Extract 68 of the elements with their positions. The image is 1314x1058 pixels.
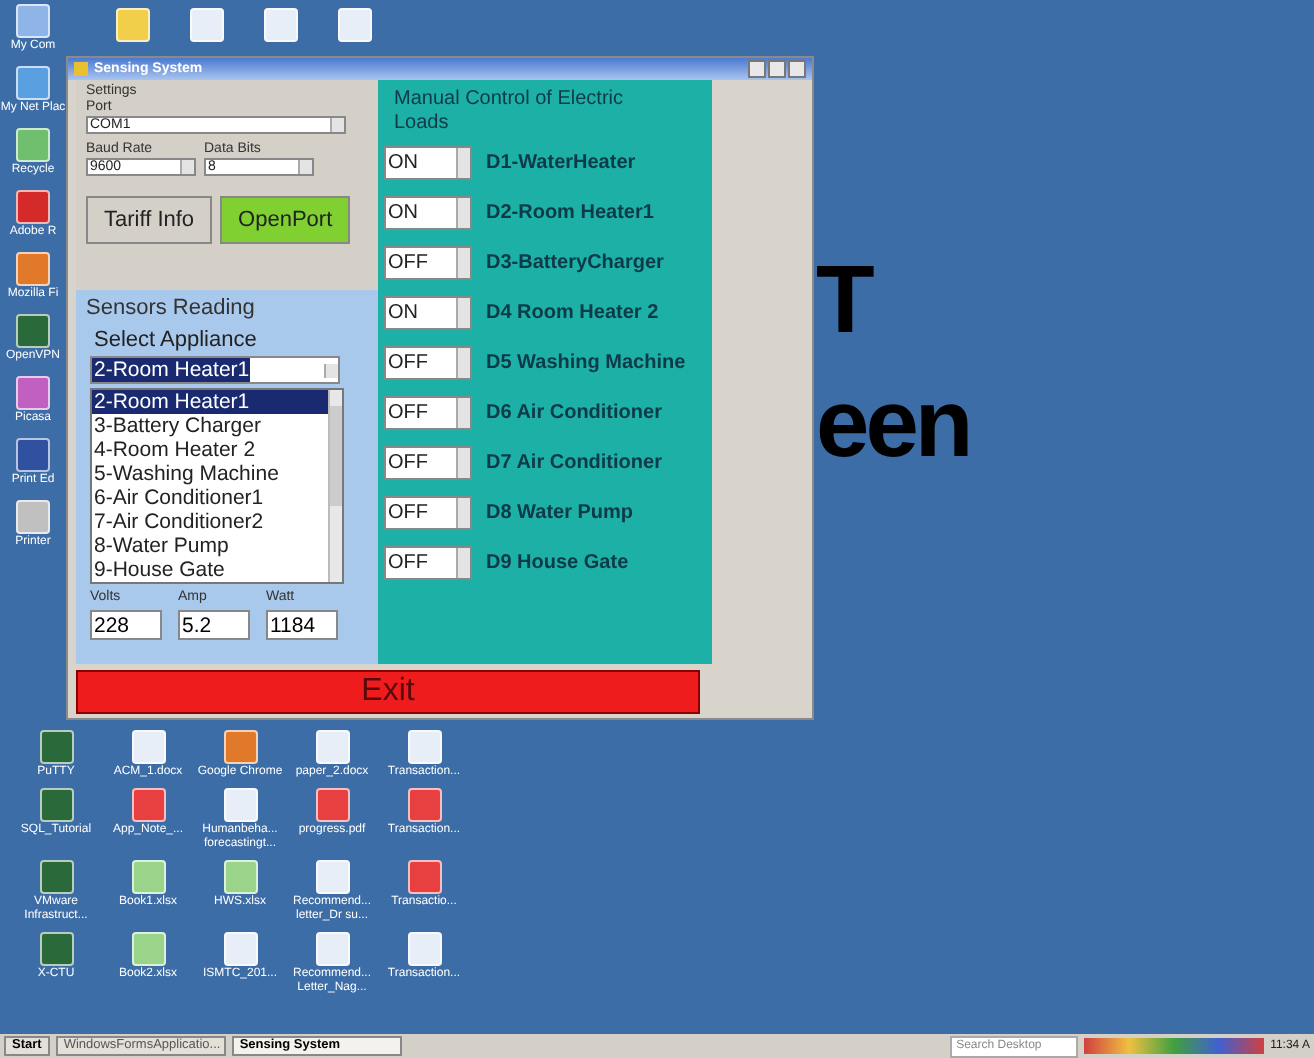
load-label: D3-BatteryCharger [486, 252, 664, 274]
desktop-icon[interactable] [223, 788, 257, 822]
desktop-icon[interactable] [407, 932, 441, 966]
desktop-icon[interactable] [16, 438, 50, 472]
load-label: D2-Room Heater1 [486, 202, 654, 224]
field-label: Select Appliance [94, 328, 257, 352]
desktop-icon[interactable] [315, 730, 349, 764]
desktop-icon[interactable] [407, 730, 441, 764]
desktop-icon[interactable] [315, 932, 349, 966]
desktop-icon[interactable] [16, 190, 50, 224]
load-label: D8 Water Pump [486, 502, 634, 524]
close-button[interactable] [788, 60, 806, 78]
list-item[interactable]: 7-Air Conditioner2 [92, 510, 328, 534]
app-icon [74, 62, 88, 76]
wallpaper-text: een [816, 374, 970, 478]
scrollbar[interactable] [328, 390, 342, 582]
reading-field[interactable]: 1184 [266, 610, 338, 640]
load-label: D4 Room Heater 2 [486, 302, 659, 324]
list-item[interactable]: 8-Water Pump [92, 534, 328, 558]
list-item[interactable]: 6-Air Conditioner1 [92, 486, 328, 510]
desktop-icon[interactable] [223, 730, 257, 764]
desktop-icon[interactable] [223, 932, 257, 966]
state-combo[interactable]: ON [384, 296, 472, 330]
desktop-icon[interactable] [131, 932, 165, 966]
desktop-icon[interactable] [39, 860, 73, 894]
desktop-icon[interactable] [223, 860, 257, 894]
open-port-button[interactable]: OpenPort [220, 196, 351, 244]
wallpaper-text: T [816, 250, 871, 354]
desktop-icon[interactable] [39, 730, 73, 764]
state-combo[interactable]: ON [384, 196, 472, 230]
state-combo[interactable]: OFF [384, 246, 472, 280]
state-combo[interactable]: OFF [384, 396, 472, 430]
load-label: D1-WaterHeater [486, 152, 636, 174]
tariff-button[interactable]: Tariff Info [86, 196, 213, 244]
state-combo[interactable]: OFF [384, 546, 472, 580]
group-title: Sensors Reading [86, 296, 255, 320]
load-label: D6 Air Conditioner [486, 402, 662, 424]
state-combo[interactable]: OFF [384, 496, 472, 530]
reading-field[interactable]: 228 [90, 610, 162, 640]
desktop-icon[interactable] [39, 788, 73, 822]
load-label: D7 Air Conditioner [486, 452, 662, 474]
desktop-icon[interactable] [16, 314, 50, 348]
maximize-button[interactable] [768, 60, 786, 78]
list-item[interactable]: 2-Room Heater1 [92, 390, 328, 414]
appliance-combo[interactable]: 2-Room Heater1 [90, 356, 340, 384]
desktop-icon[interactable] [39, 932, 73, 966]
desktop-icon[interactable] [131, 860, 165, 894]
state-combo[interactable]: OFF [384, 446, 472, 480]
desktop-icon[interactable] [16, 66, 50, 100]
state-combo[interactable]: ON [384, 146, 472, 180]
group-title: Manual Control of Electric Loads [392, 88, 625, 136]
reading-field[interactable]: 5.2 [178, 610, 250, 640]
list-item[interactable]: 5-Washing Machine [92, 462, 328, 486]
desktop-icon[interactable] [407, 860, 441, 894]
list-item[interactable]: 4-Room Heater 2 [92, 438, 328, 462]
load-label: D5 Washing Machine [486, 352, 686, 374]
load-label: D9 House Gate [486, 552, 629, 574]
desktop-icon[interactable] [16, 376, 50, 410]
desktop-icon[interactable] [315, 788, 349, 822]
list-item[interactable]: 3-Battery Charger [92, 414, 328, 438]
desktop-icon[interactable] [407, 788, 441, 822]
desktop-icon[interactable] [131, 788, 165, 822]
minimize-button[interactable] [748, 60, 766, 78]
desktop-icon[interactable] [16, 252, 50, 286]
desktop-icon[interactable] [131, 730, 165, 764]
desktop-icon[interactable] [315, 860, 349, 894]
list-item[interactable]: 9-House Gate [92, 558, 328, 582]
state-combo[interactable]: OFF [384, 346, 472, 380]
